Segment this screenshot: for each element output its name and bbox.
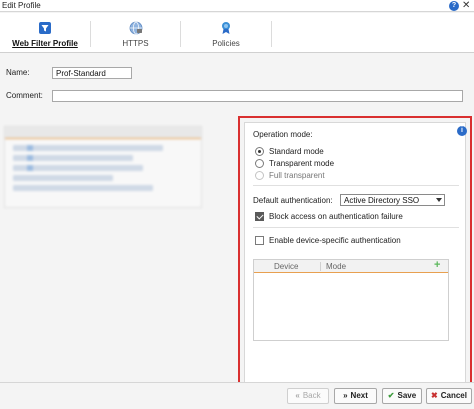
edit-profile-dialog: Edit Profile ? ✕ Web Filter Profile HTTP… (0, 0, 474, 409)
preview-row (13, 185, 153, 191)
device-mode-table: Device Mode + (253, 259, 449, 341)
radio-transparent-mode[interactable] (255, 159, 264, 168)
column-header-device[interactable]: Device (274, 262, 298, 271)
comment-label: Comment: (6, 91, 43, 100)
preview-row-icon (27, 165, 33, 171)
comment-input[interactable] (52, 90, 463, 102)
block-access-checkbox[interactable] (255, 212, 264, 221)
back-label: Back (302, 391, 321, 400)
divider (253, 227, 459, 228)
full-transparent-label: Full transparent (269, 171, 325, 180)
check-icon: ✔ (387, 391, 395, 400)
tab-label: HTTPS (122, 39, 149, 48)
preview-row (13, 145, 163, 151)
divider (253, 185, 459, 186)
radio-full-transparent[interactable] (255, 171, 264, 180)
table-header: Device Mode + (254, 259, 448, 273)
name-input[interactable] (52, 67, 132, 79)
back-icon: « (295, 391, 300, 400)
filter-icon (39, 22, 51, 34)
next-label: Next (350, 391, 368, 400)
preview-row-icon (27, 155, 33, 161)
title-bar: Edit Profile ? ✕ (0, 0, 474, 12)
name-label: Name: (6, 68, 30, 77)
tab-web-filter-profile[interactable]: Web Filter Profile (0, 13, 90, 53)
tab-policies[interactable]: Policies (181, 13, 271, 53)
preview-row (13, 175, 113, 181)
authentication-panel-highlight: Operation mode: i Standard mode Transpar… (238, 116, 472, 403)
column-divider (320, 262, 321, 271)
transparent-mode-label: Transparent mode (269, 159, 335, 168)
blurred-preview-panel (4, 126, 202, 208)
default-authentication-label: Default authentication: (253, 196, 333, 205)
dialog-title: Edit Profile (2, 1, 41, 10)
save-button[interactable]: ✔ Save (382, 388, 422, 404)
tab-divider (271, 21, 272, 47)
preview-header (5, 127, 201, 139)
standard-mode-label: Standard mode (269, 147, 324, 156)
dialog-footer: «Back » Next ✔ Save ✖ Cancel (0, 382, 474, 409)
next-icon: » (343, 391, 348, 400)
chevron-down-icon (436, 198, 442, 202)
help-icon[interactable]: ? (449, 1, 459, 11)
info-icon[interactable]: i (457, 126, 467, 136)
authentication-settings-panel: Operation mode: i Standard mode Transpar… (244, 122, 467, 397)
x-icon: ✖ (431, 391, 438, 400)
default-authentication-select[interactable]: Active Directory SSO (340, 194, 445, 206)
ribbon-icon (222, 22, 230, 34)
cancel-label: Cancel (440, 391, 467, 400)
tab-https[interactable]: HTTPS (91, 13, 180, 53)
tab-label: Web Filter Profile (12, 39, 78, 48)
operation-mode-label: Operation mode: (253, 130, 313, 139)
cancel-button[interactable]: ✖ Cancel (426, 388, 472, 404)
tab-label: Policies (212, 39, 240, 48)
close-icon[interactable]: ✕ (462, 0, 470, 11)
save-label: Save (397, 391, 417, 400)
tab-bar: Web Filter Profile HTTPS Policies (0, 13, 474, 53)
next-button[interactable]: » Next (334, 388, 377, 404)
preview-row-icon (27, 145, 33, 151)
globe-icon (129, 21, 142, 35)
content-area: Name: Comment: Operation mode: i Standar… (0, 54, 474, 403)
radio-standard-mode[interactable] (255, 147, 264, 156)
device-auth-label: Enable device-specific authentication (269, 236, 401, 245)
back-button[interactable]: «Back (287, 388, 329, 404)
default-authentication-value: Active Directory SSO (344, 196, 420, 205)
device-auth-checkbox[interactable] (255, 236, 264, 245)
add-icon[interactable]: + (434, 259, 440, 271)
column-header-mode[interactable]: Mode (326, 262, 346, 271)
block-access-label: Block access on authentication failure (269, 212, 403, 221)
